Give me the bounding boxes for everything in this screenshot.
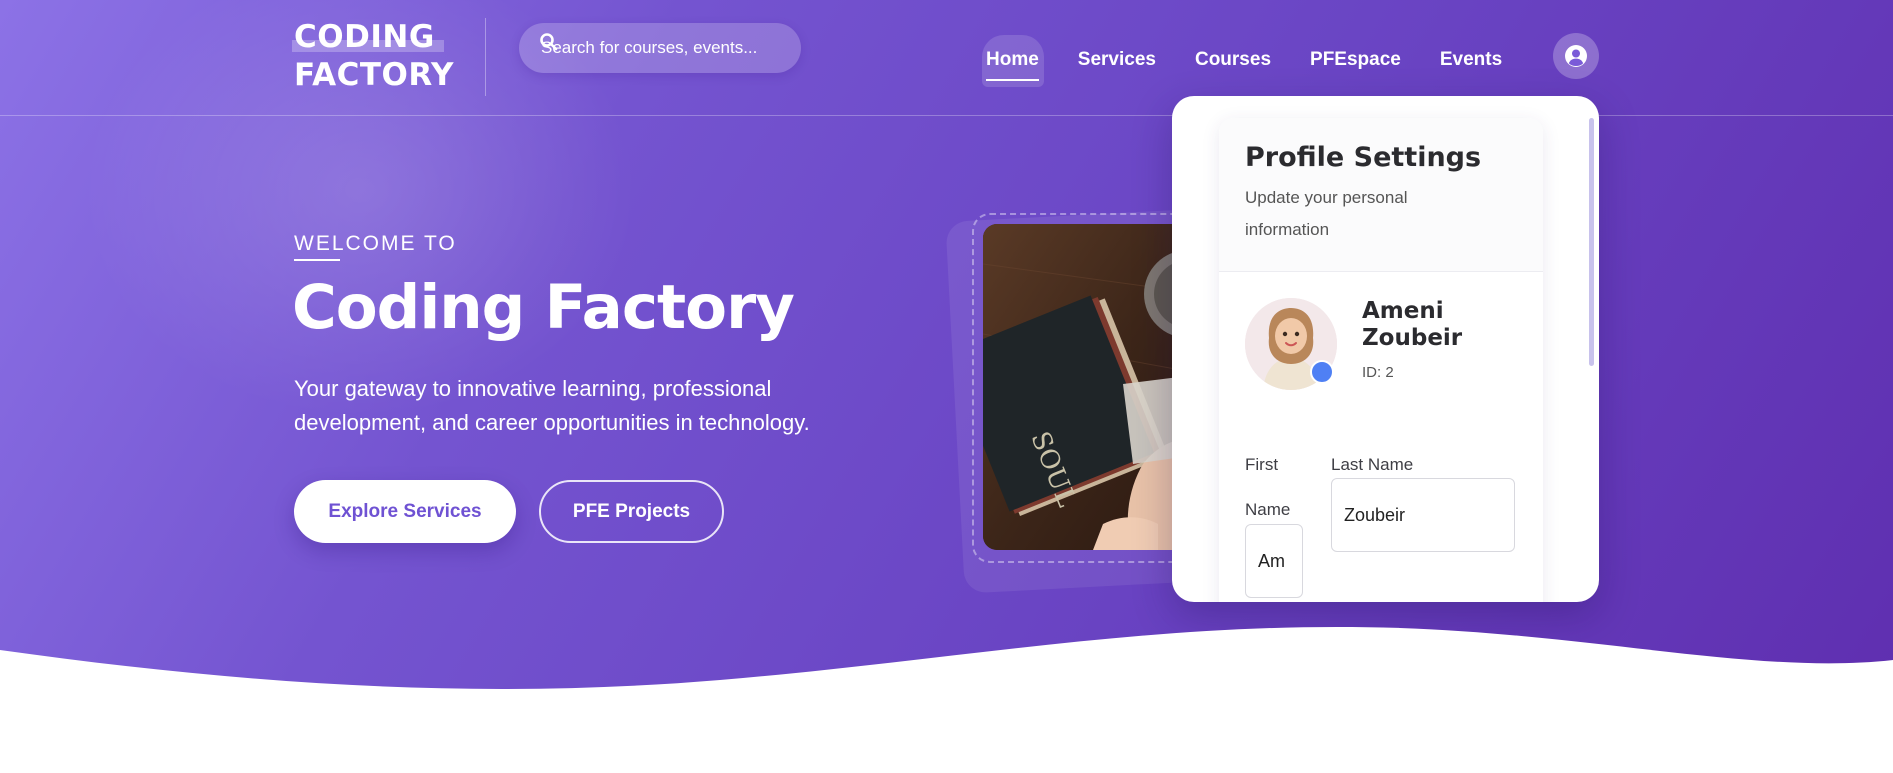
nav-link-label: Courses (1194, 49, 1272, 70)
hero-wave-divider (0, 626, 1893, 773)
profile-user-name: Ameni Zoubeir (1362, 298, 1463, 351)
dropdown-scrollbar[interactable] (1589, 118, 1594, 366)
hero-title: Coding Factory (292, 272, 795, 343)
profile-user-id: ID: 2 (1362, 364, 1394, 381)
profile-settings-subtitle: Update your personal information (1245, 188, 1408, 239)
nav-link-pfespace[interactable]: PFEspace (1310, 49, 1401, 81)
search-input[interactable] (541, 23, 791, 73)
nav-divider (485, 18, 486, 96)
eyebrow-underline (294, 259, 340, 261)
hero-subtitle: Your gateway to innovative learning, pro… (294, 376, 810, 435)
profile-settings-card: Profile Settings Update your personal in… (1219, 118, 1543, 602)
nav-link-events[interactable]: Events (1440, 49, 1502, 81)
user-menu-button[interactable] (1553, 33, 1599, 79)
nav-link-label: PFEspace (1310, 49, 1401, 70)
user-circle-icon (1565, 45, 1587, 67)
profile-settings-title: Profile Settings (1245, 142, 1482, 173)
first-name-field[interactable] (1245, 524, 1303, 598)
profile-settings-dropdown: Profile Settings Update your personal in… (1172, 96, 1599, 602)
nav-link-services[interactable]: Services (1078, 49, 1156, 81)
navbar: CODING FACTORY Home Services Courses PFE… (0, 0, 1893, 116)
main-nav: Home Services Courses PFEspace Events (982, 35, 1541, 87)
nav-link-home[interactable]: Home (982, 35, 1044, 87)
brand-logo[interactable]: CODING FACTORY (292, 18, 454, 94)
nav-link-courses[interactable]: Courses (1195, 49, 1271, 81)
profile-settings-header: Profile Settings Update your personal in… (1219, 118, 1543, 272)
explore-services-button[interactable]: Explore Services (294, 480, 516, 543)
nav-link-label: Services (1077, 49, 1156, 70)
last-name-field[interactable] (1331, 478, 1515, 552)
nav-link-label: Events (1439, 49, 1503, 70)
hero-image: SOUL (983, 224, 1203, 550)
logo-line-2: FACTORY (294, 57, 454, 93)
verified-badge-icon (1310, 360, 1334, 384)
logo-line-1: CODING (294, 19, 435, 55)
hero-eyebrow: WELCOME TO (294, 232, 457, 255)
search-bar[interactable] (519, 23, 801, 73)
first-name-label: First Name (1245, 455, 1291, 519)
pfe-projects-button[interactable]: PFE Projects (539, 480, 724, 543)
nav-link-label: Home (986, 49, 1039, 70)
hero-section: CODING FACTORY Home Services Courses PFE… (0, 0, 1893, 700)
